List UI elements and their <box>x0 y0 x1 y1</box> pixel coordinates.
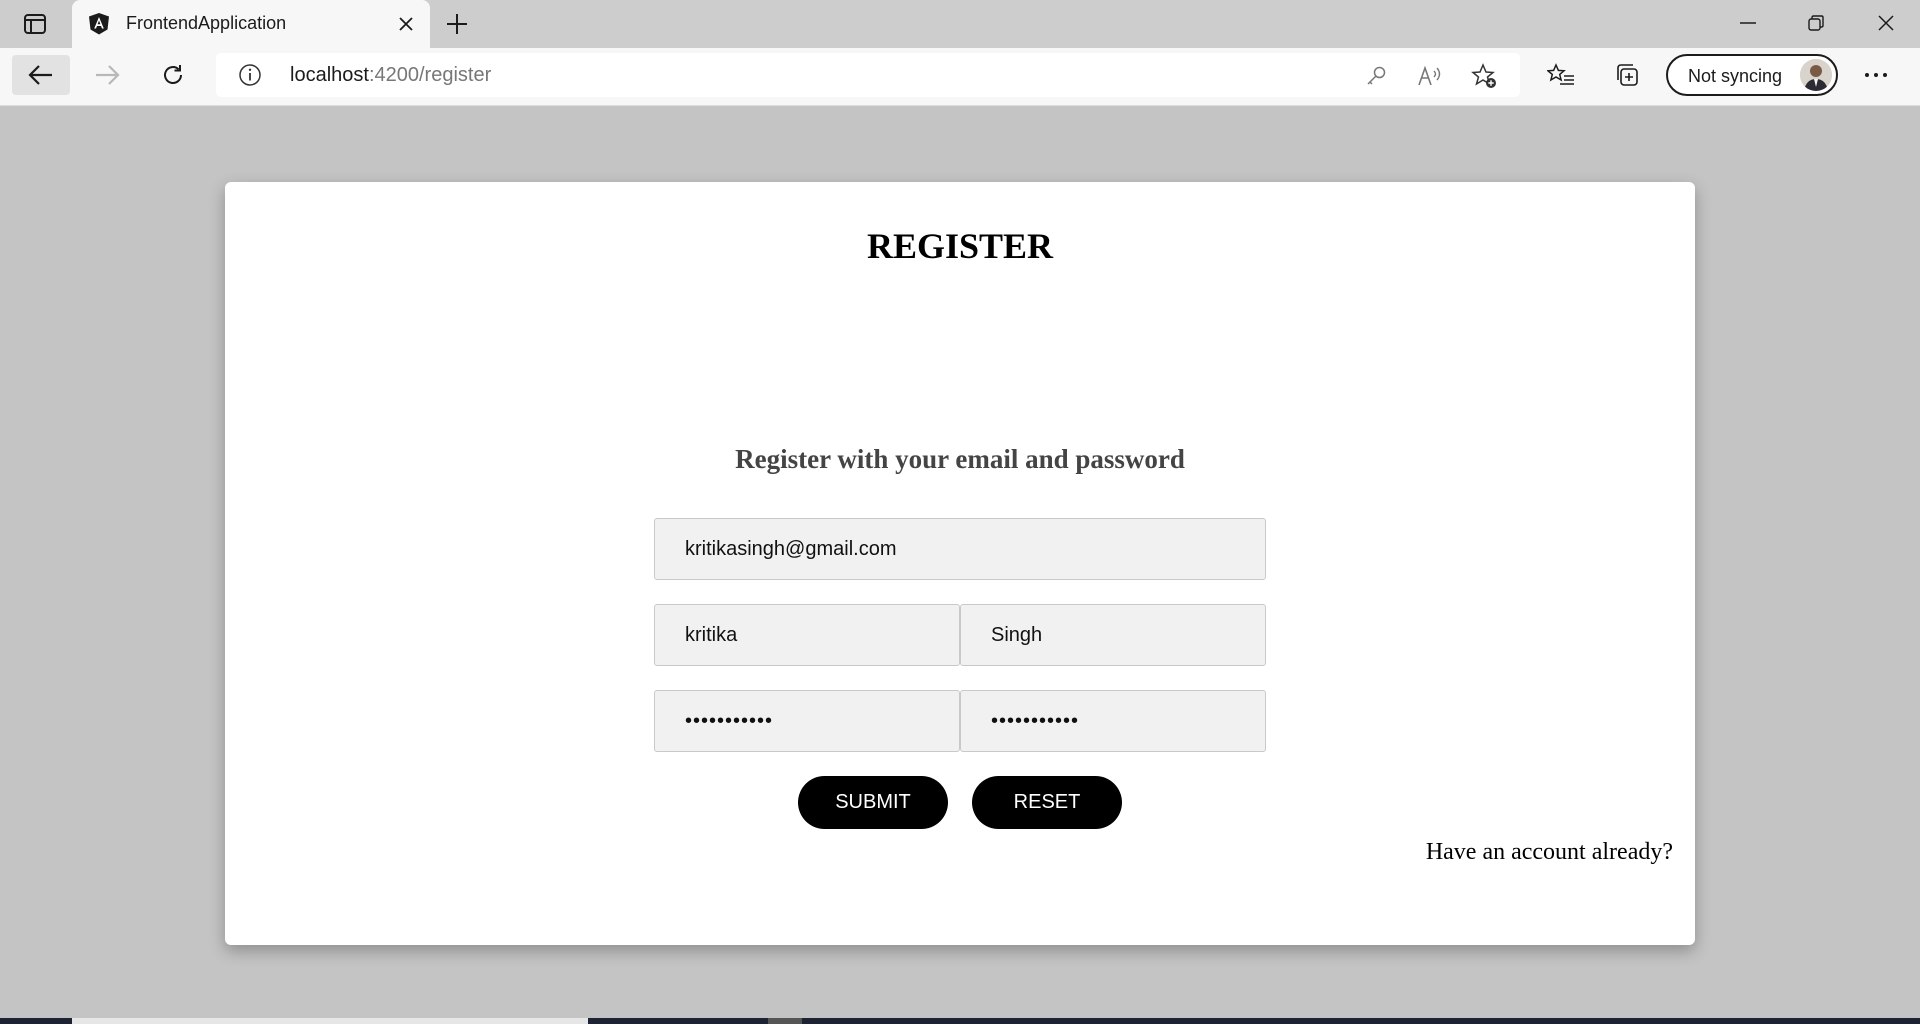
close-tab-icon[interactable] <box>396 14 416 34</box>
last-name-field[interactable] <box>960 604 1266 666</box>
key-icon[interactable] <box>1362 62 1390 90</box>
reload-icon[interactable] <box>144 55 202 95</box>
forward-arrow-icon[interactable] <box>78 55 136 95</box>
add-favorite-icon[interactable] <box>1470 62 1498 90</box>
avatar <box>1800 59 1832 91</box>
confirm-password-field[interactable] <box>960 690 1266 752</box>
angular-logo-icon <box>88 13 110 35</box>
email-field[interactable] <box>654 518 1266 580</box>
browser-toolbar: localhost:4200/register Not syncing <box>0 48 1920 106</box>
form-subtitle: Register with your email and password <box>735 444 1185 474</box>
login-link[interactable]: Have an account already? <box>1426 839 1673 866</box>
browser-tab-active[interactable]: FrontendApplication <box>72 0 430 48</box>
page-title: REGISTER <box>866 226 1054 266</box>
restore-icon[interactable] <box>1782 0 1850 46</box>
address-bar[interactable]: localhost:4200/register <box>216 53 1520 97</box>
read-aloud-icon[interactable] <box>1416 62 1444 90</box>
collections-icon[interactable] <box>1598 55 1656 95</box>
register-card: REGISTER Register with your email and pa… <box>225 182 1695 945</box>
favorites-icon[interactable] <box>1532 55 1590 95</box>
more-options-icon[interactable] <box>1856 60 1896 90</box>
new-tab-icon[interactable] <box>440 10 474 38</box>
tab-title: FrontendApplication <box>126 13 287 33</box>
back-arrow-icon[interactable] <box>12 55 70 95</box>
password-field[interactable] <box>654 690 960 752</box>
url-host: localhost <box>290 64 369 86</box>
submit-button[interactable]: SUBMIT <box>798 776 948 829</box>
profile-sync-label: Not syncing <box>1688 66 1783 86</box>
taskbar-edge <box>0 1018 1920 1024</box>
site-info-icon[interactable] <box>238 63 262 87</box>
url-text[interactable]: localhost:4200/register <box>290 64 491 87</box>
first-name-field[interactable] <box>654 604 960 666</box>
profile-sync-button[interactable]: Not syncing <box>1666 54 1838 96</box>
reset-button[interactable]: RESET <box>972 776 1122 829</box>
minimize-icon[interactable] <box>1714 0 1782 46</box>
close-window-icon[interactable] <box>1852 0 1920 46</box>
tab-actions-icon[interactable] <box>16 10 54 38</box>
browser-title-bar: FrontendApplication <box>0 0 1920 48</box>
url-path: :4200/register <box>368 64 492 86</box>
